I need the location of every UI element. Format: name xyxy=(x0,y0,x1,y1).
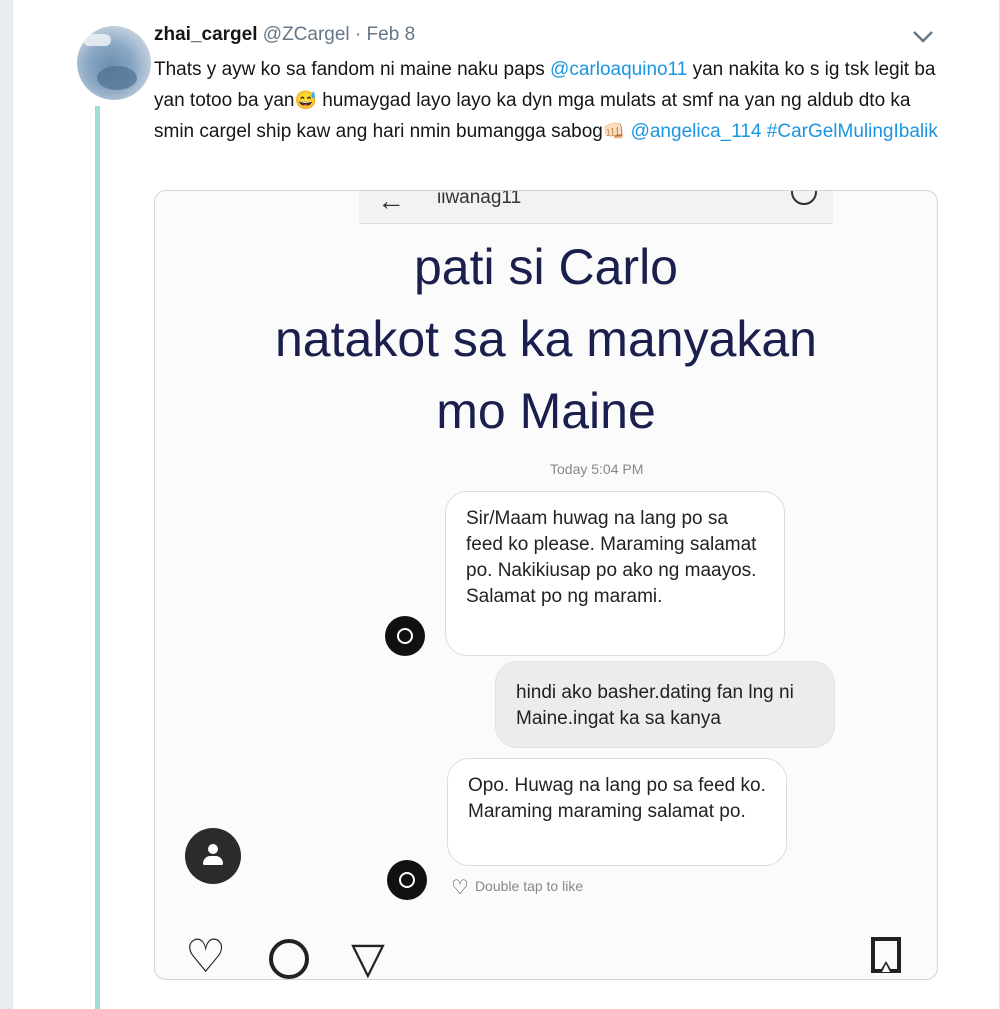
profile-body xyxy=(203,856,223,865)
tweet-media[interactable]: ← iiwanag11 pati si Carlo natakot sa ka … xyxy=(154,190,938,980)
double-tap-hint: ♡ Double tap to like xyxy=(451,875,583,900)
tweet-text: Thats y ayw ko sa fandom ni maine naku p… xyxy=(154,54,944,147)
thread-line xyxy=(95,106,100,1009)
avatar-detail xyxy=(83,34,111,46)
double-tap-label: Double tap to like xyxy=(474,878,584,895)
headline-line: natakot sa ka manyakan xyxy=(275,311,817,367)
info-icon xyxy=(791,191,817,205)
tweet-date[interactable]: Feb 8 xyxy=(367,24,416,45)
sender-avatar xyxy=(385,616,425,656)
ig-username: iiwanag11 xyxy=(437,190,522,208)
profile-head xyxy=(208,844,218,854)
bookmark-icon xyxy=(871,937,901,973)
message-bubble: Opo. Huwag na lang po sa feed ko. Marami… xyxy=(447,758,787,866)
heart-icon: ♡ xyxy=(185,930,227,980)
hashtag-link[interactable]: #CarGelMulingIbalik xyxy=(767,121,938,142)
send-icon: ▽ xyxy=(351,934,385,980)
emoji: 😅 xyxy=(294,90,317,110)
tweet-text-segment: Thats y ayw ko sa fandom ni maine naku p… xyxy=(154,59,551,80)
comment-icon xyxy=(269,939,309,979)
heart-icon: ♡ xyxy=(451,877,469,899)
message-bubble: hindi ako basher.dating fan lng ni Maine… xyxy=(495,661,835,748)
mention-link[interactable]: @angelica_114 xyxy=(631,121,762,142)
ig-top-bar: ← iiwanag11 xyxy=(359,191,833,224)
sender-avatar xyxy=(387,860,427,900)
separator: · xyxy=(354,24,362,45)
profile-placeholder-icon xyxy=(185,828,241,884)
display-name[interactable]: zhai_cargel xyxy=(154,24,258,45)
image-headline: pati si Carlo natakot sa ka manyakan mo … xyxy=(155,231,937,447)
tweet-header: zhai_cargel @ZCargel · Feb 8 xyxy=(154,24,415,46)
handle[interactable]: @ZCargel xyxy=(263,24,350,45)
mention-link[interactable]: @carloaquino11 xyxy=(550,59,687,80)
chevron-down-icon[interactable] xyxy=(912,30,934,44)
headline-line: mo Maine xyxy=(436,383,656,439)
avatar[interactable] xyxy=(77,26,151,100)
message-timestamp: Today 5:04 PM xyxy=(550,461,644,477)
headline-line: pati si Carlo xyxy=(414,239,678,295)
back-arrow-icon: ← xyxy=(377,190,405,216)
message-bubble: Sir/Maam huwag na lang po sa feed ko ple… xyxy=(445,491,785,656)
emoji: 👊🏻 xyxy=(602,121,626,141)
ig-action-bar: ♡ ▽ xyxy=(155,930,937,980)
avatar-detail xyxy=(97,66,137,90)
